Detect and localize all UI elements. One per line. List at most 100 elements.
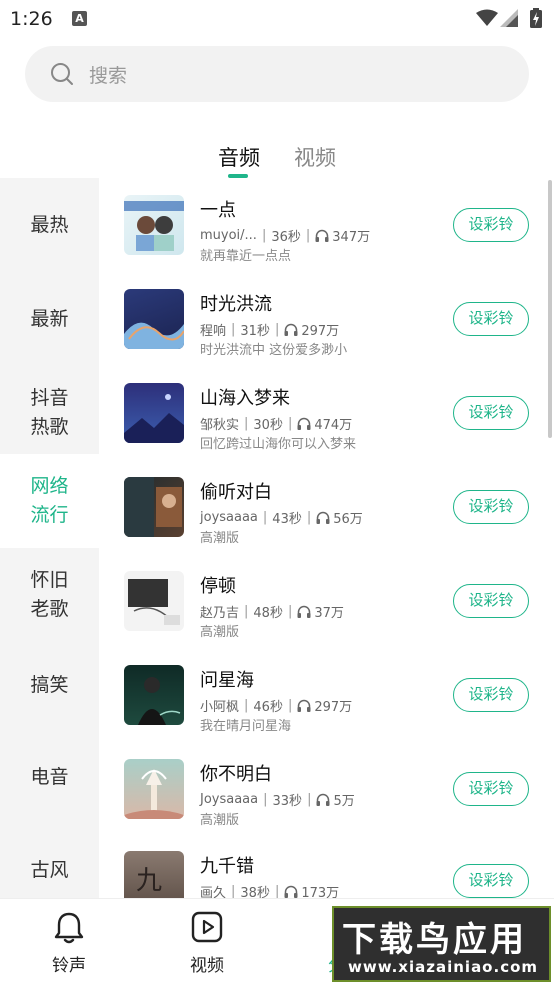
song-duration: 38秒	[240, 886, 270, 898]
album-cover: 九	[124, 851, 184, 898]
song-duration: 33秒	[272, 794, 303, 809]
status-bar: 1:26 A	[0, 0, 554, 38]
song-meta: joysaaaa | 43秒 | 56万	[200, 510, 363, 527]
song-plays: 37万	[314, 606, 344, 621]
status-time: 1:26	[10, 8, 53, 30]
song-duration: 43秒	[272, 512, 302, 527]
headphones-icon	[284, 885, 298, 898]
category-label: 古风	[30, 858, 69, 881]
song-artist: 邹秋实	[200, 418, 240, 433]
svg-text:九: 九	[136, 866, 162, 896]
set-ringback-button[interactable]: 设彩铃	[453, 772, 529, 806]
battery-icon	[530, 8, 542, 28]
play-square-icon	[191, 911, 223, 943]
tab-video[interactable]: 视频	[294, 142, 336, 172]
category-label: 最热	[30, 213, 69, 236]
song-meta: 赵乃吉 | 48秒 | 37万	[200, 604, 344, 621]
song-item[interactable]: 偷听对白 joysaaaa | 43秒 | 56万 高潮版 设彩铃	[99, 460, 554, 554]
song-artist: Joysaaaa	[200, 792, 259, 807]
watermark-url: www.xiazainiao.com	[348, 958, 539, 976]
category-label: 抖音热歌	[30, 387, 69, 438]
album-cover	[124, 383, 184, 443]
list-scrollbar[interactable]	[548, 180, 552, 438]
song-subtitle: 回忆跨过山海你可以入梦来	[200, 437, 357, 452]
nav-video[interactable]: 视频	[138, 899, 276, 984]
category-funny[interactable]: 搞笑	[0, 638, 99, 732]
search-placeholder: 搜索	[89, 65, 128, 87]
search-bar[interactable]: 搜索	[25, 46, 529, 102]
set-ringback-button[interactable]: 设彩铃	[453, 678, 529, 712]
song-item[interactable]: 一点 muyoi/... | 36秒 | 347万 就再靠近一点点 设彩铃	[99, 178, 554, 272]
song-plays: 56万	[333, 512, 363, 527]
song-item[interactable]: 山海入梦来 邹秋实 | 30秒 | 474万 回忆跨过山海你可以入梦来 设彩铃	[99, 366, 554, 460]
song-plays: 347万	[332, 230, 371, 245]
category-nostalgic[interactable]: 怀旧老歌	[0, 548, 99, 642]
song-subtitle: 就再靠近一点点	[200, 249, 292, 264]
category-electronic[interactable]: 电音	[0, 730, 99, 824]
category-label: 最新	[30, 307, 69, 330]
album-cover	[124, 477, 184, 537]
set-ringback-button[interactable]: 设彩铃	[453, 208, 529, 242]
song-title: 偷听对白	[200, 482, 272, 503]
album-cover	[124, 571, 184, 631]
category-internet-popular[interactable]: 网络流行	[0, 454, 99, 548]
set-ringback-button[interactable]: 设彩铃	[453, 302, 529, 336]
headphones-icon	[316, 511, 330, 524]
bell-icon	[54, 912, 84, 944]
song-plays: 474万	[314, 418, 353, 433]
headphones-icon	[316, 793, 330, 806]
song-meta: 小阿枫 | 46秒 | 297万	[200, 698, 353, 715]
song-artist: 画久	[200, 886, 227, 898]
search-icon	[51, 63, 73, 85]
category-hottest[interactable]: 最热	[0, 178, 99, 272]
album-cover	[124, 759, 184, 819]
category-label: 电音	[30, 765, 69, 788]
song-subtitle: 高潮版	[200, 531, 240, 546]
nav-label: 视频	[190, 956, 224, 976]
song-subtitle: 我在晴月问星海	[200, 719, 292, 734]
song-plays: 297万	[314, 700, 353, 715]
song-artist: 小阿枫	[200, 700, 240, 715]
headphones-icon	[297, 417, 311, 430]
set-ringback-button[interactable]: 设彩铃	[453, 584, 529, 618]
set-ringback-button[interactable]: 设彩铃	[453, 396, 529, 430]
category-douyin-hits[interactable]: 抖音热歌	[0, 366, 99, 460]
album-cover	[124, 195, 184, 255]
song-subtitle: 高潮版	[200, 625, 240, 640]
song-meta: muyoi/... | 36秒 | 347万	[200, 228, 371, 245]
set-ringback-button[interactable]: 设彩铃	[453, 490, 529, 524]
song-title: 时光洪流	[200, 294, 272, 315]
headphones-icon	[315, 229, 329, 242]
song-title: 一点	[200, 200, 236, 221]
song-artist: joysaaaa	[200, 510, 258, 525]
set-ringback-button[interactable]: 设彩铃	[453, 864, 529, 898]
song-duration: 36秒	[271, 230, 301, 245]
song-artist: muyoi/...	[200, 228, 257, 243]
song-title: 问星海	[200, 670, 254, 691]
song-meta: 邹秋实 | 30秒 | 474万	[200, 416, 353, 433]
signal-icon	[500, 9, 518, 27]
song-duration: 46秒	[253, 700, 283, 715]
category-label: 网络流行	[30, 475, 69, 526]
watermark-logo: 下载鸟应用 www.xiazainiao.com	[332, 906, 551, 982]
song-item[interactable]: 停顿 赵乃吉 | 48秒 | 37万 高潮版 设彩铃	[99, 554, 554, 648]
headphones-icon	[297, 699, 311, 712]
song-item[interactable]: 九 九千错 画久 | 38秒 | 173万 设彩铃	[99, 836, 554, 898]
headphones-icon	[284, 323, 298, 336]
watermark-text: 下载鸟应用	[342, 920, 527, 960]
song-item[interactable]: 你不明白 Joysaaaa | 33秒 | 5万 高潮版 设彩铃	[99, 742, 554, 836]
song-item[interactable]: 时光洪流 程响 | 31秒 | 297万 时光洪流中 这份爱多渺小 设彩铃	[99, 272, 554, 366]
song-subtitle: 时光洪流中 这份爱多渺小	[200, 343, 348, 358]
category-newest[interactable]: 最新	[0, 272, 99, 366]
song-artist: 程响	[200, 324, 227, 339]
nav-ringtone[interactable]: 铃声	[0, 899, 138, 984]
song-plays: 173万	[301, 886, 340, 898]
album-cover	[124, 289, 184, 349]
category-label: 搞笑	[30, 673, 69, 696]
song-duration: 31秒	[240, 324, 270, 339]
song-title: 你不明白	[200, 764, 272, 785]
notification-a-icon: A	[72, 11, 87, 26]
song-item[interactable]: 问星海 小阿枫 | 46秒 | 297万 我在晴月问星海 设彩铃	[99, 648, 554, 742]
song-title: 山海入梦来	[200, 388, 290, 409]
tab-audio[interactable]: 音频	[218, 142, 260, 172]
